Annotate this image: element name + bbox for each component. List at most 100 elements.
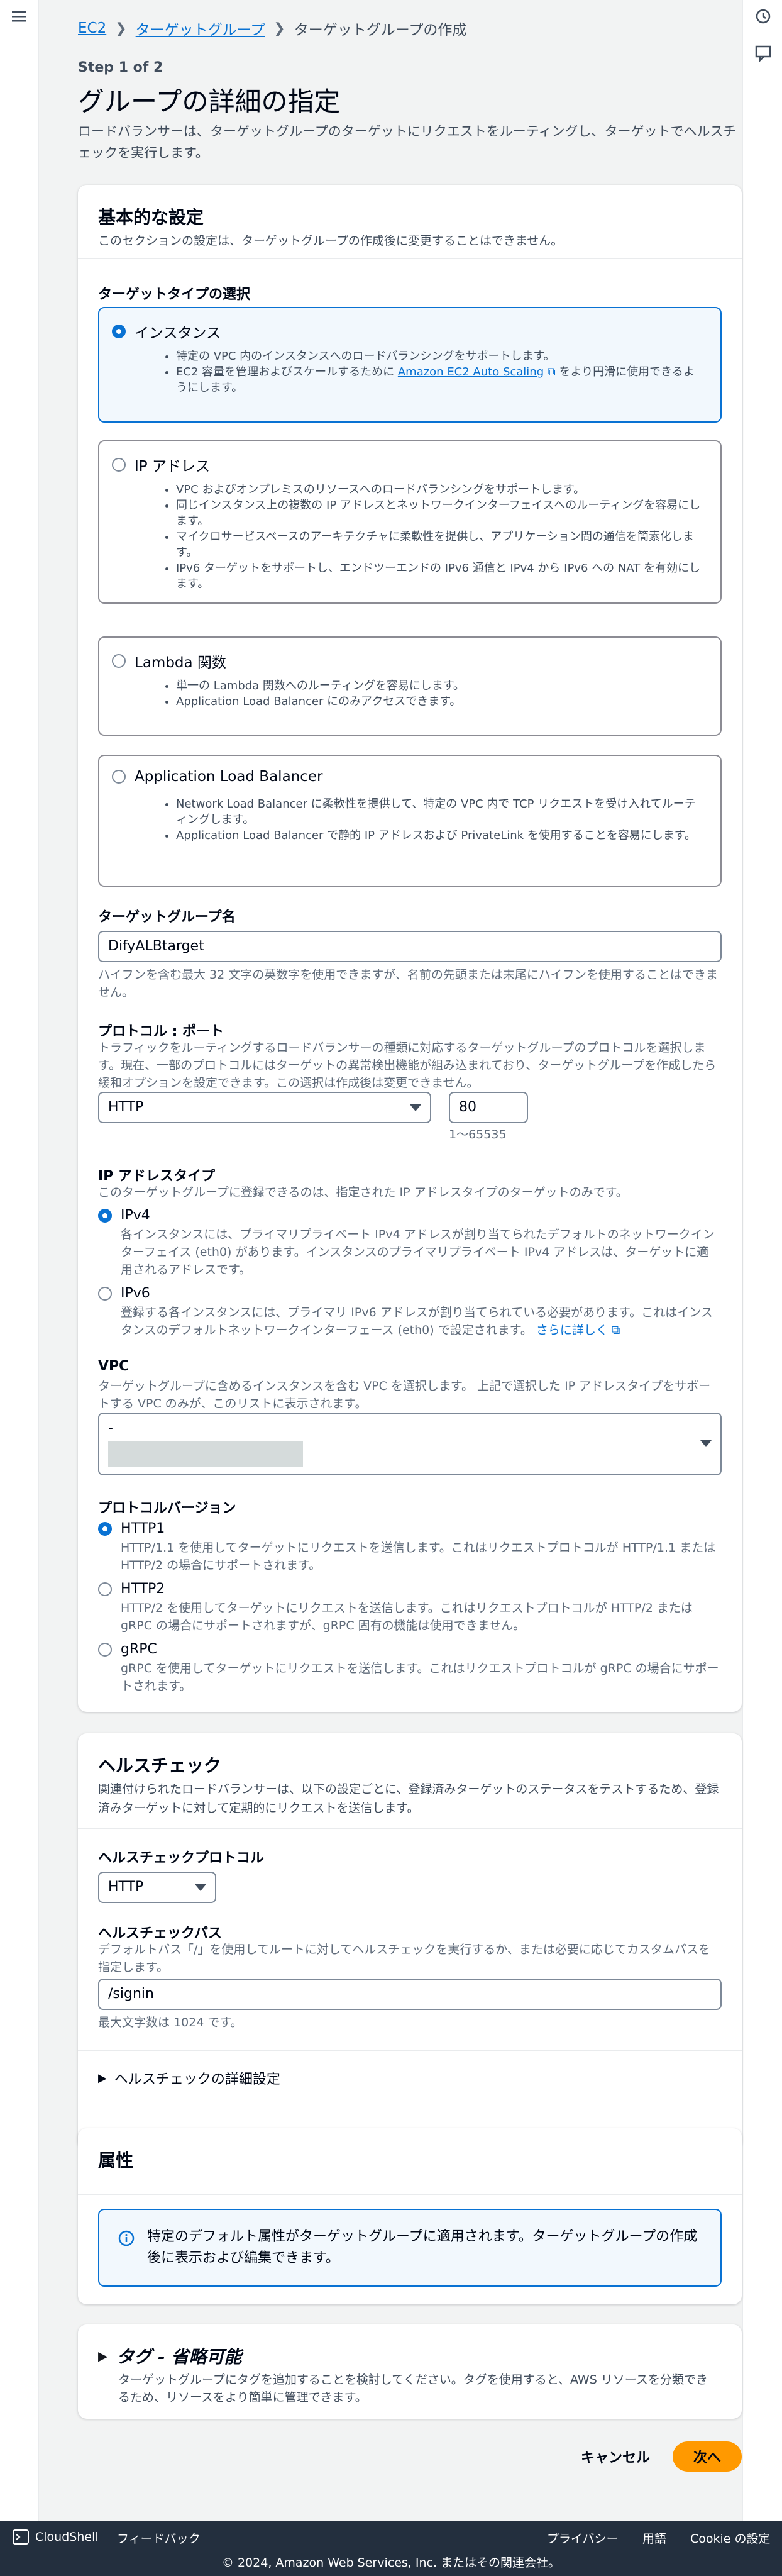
protocol-port-label: プロトコル : ポート xyxy=(98,1024,224,1040)
divider xyxy=(78,2050,742,2051)
radio-unselected-icon[interactable] xyxy=(98,1582,112,1596)
version-option-http1[interactable]: HTTP1 HTTP/1.1 を使用してターゲットにリクエストを送信します。これ… xyxy=(98,1521,720,1574)
protocol-port-description: トラフィックをルーティングするロードバランサーの種類に対応するターゲットグループ… xyxy=(98,1041,717,1090)
radio-selected-icon[interactable] xyxy=(112,325,126,338)
tags-description: ターゲットグループにタグを追加することを検討してください。タグを使用すると、AW… xyxy=(118,2373,708,2404)
version-option-http2[interactable]: HTTP2 HTTP/2 を使用してターゲットにリクエストを送信します。これはリ… xyxy=(98,1581,720,1635)
protocol-select[interactable]: HTTP xyxy=(98,1092,431,1123)
info-icon xyxy=(118,2230,135,2246)
hc-path-input[interactable]: /signin xyxy=(98,1979,722,2010)
ip-type-label: IP アドレスタイプ xyxy=(98,1169,215,1184)
vpc-label: VPC xyxy=(98,1358,129,1374)
cloudshell-icon xyxy=(13,2529,29,2545)
tile-title: Lambda 関数 xyxy=(135,655,226,671)
external-link-icon: ⧉ xyxy=(611,1323,620,1337)
chevron-right-icon: ❯ xyxy=(115,20,127,36)
cancel-button[interactable]: キャンセル xyxy=(567,2441,664,2472)
option-title: gRPC xyxy=(121,1641,157,1657)
option-description: 各インスタンスには、プライマリプライベート IPv4 アドレスが割り当てられたデ… xyxy=(121,1228,715,1277)
tile-title: Application Load Balancer xyxy=(135,769,323,785)
vpc-description: ターゲットグループに含めるインスタンスを含む VPC を選択します。 上記で選択… xyxy=(98,1379,711,1411)
port-hint: 1〜65535 xyxy=(449,1128,507,1141)
radio-selected-icon[interactable] xyxy=(98,1208,112,1223)
divider xyxy=(78,1828,742,1829)
radio-unselected-icon[interactable] xyxy=(98,1642,112,1657)
vpc-value: - xyxy=(108,1420,113,1436)
option-description: HTTP/1.1 を使用してターゲットにリクエストを送信します。これはリクエスト… xyxy=(121,1541,716,1572)
footer: CloudShell フィードバック プライバシー 用語 Cookie の設定 … xyxy=(0,2521,782,2576)
feedback-link[interactable]: フィードバック xyxy=(117,2529,201,2546)
recent-activity-icon[interactable] xyxy=(754,8,772,25)
hc-advanced-toggle[interactable]: ▶ ヘルスチェックの詳細設定 xyxy=(98,2068,280,2088)
terms-link[interactable]: 用語 xyxy=(642,2529,666,2546)
cloudshell-button[interactable]: CloudShell xyxy=(13,2529,99,2545)
feedback-panel-icon[interactable] xyxy=(754,44,772,62)
copyright: © 2024, Amazon Web Services, Inc. またはその関… xyxy=(221,2556,561,2570)
tile-bullet: VPC およびオンプレミスのリソースへのロードバランシングをサポートします。 xyxy=(176,482,704,497)
target-type-instances-tile[interactable]: インスタンス 特定の VPC 内のインスタンスへのロードバランシングをサポートし… xyxy=(98,307,722,423)
tile-bullet: マイクロサービスベースのアーキテクチャに柔軟性を提供し、アプリケーション間の通信… xyxy=(176,529,704,560)
breadcrumb-target-groups[interactable]: ターゲットグループ xyxy=(136,18,265,39)
cloudshell-label: CloudShell xyxy=(35,2530,99,2544)
hc-path-hint: 最大文字数は 1024 です。 xyxy=(98,2016,243,2029)
auto-scaling-link[interactable]: Amazon EC2 Auto Scaling xyxy=(398,365,544,379)
target-type-ip-tile[interactable]: IP アドレス VPC およびオンプレミスのリソースへのロードバランシングをサポ… xyxy=(98,440,722,604)
attributes-info-alert: 特定のデフォルト属性がターゲットグループに適用されます。ターゲットグループの作成… xyxy=(98,2209,722,2287)
cookie-settings-link[interactable]: Cookie の設定 xyxy=(690,2529,771,2546)
hc-advanced-label: ヘルスチェックの詳細設定 xyxy=(114,2072,280,2087)
page-description: ロードバランサーは、ターゲットグループのターゲットにリクエストをルーティングし、… xyxy=(78,124,737,160)
target-type-label: ターゲットタイプの選択 xyxy=(98,287,251,303)
hc-protocol-select[interactable]: HTTP xyxy=(98,1872,216,1903)
ip-option-ipv6[interactable]: IPv6 登録する各インスタンスには、プライマリ IPv6 アドレスが割り当てら… xyxy=(98,1285,720,1339)
option-title: HTTP2 xyxy=(121,1581,165,1597)
chevron-right-icon: ❯ xyxy=(273,20,285,36)
caret-down-icon xyxy=(410,1104,421,1111)
radio-selected-icon[interactable] xyxy=(98,1521,112,1536)
panel-description: 関連付けられたロードバランサーは、以下の設定ごとに、登録済みターゲットのステータ… xyxy=(98,1782,719,1815)
version-option-grpc[interactable]: gRPC gRPC を使用してターゲットにリクエストを送信します。これはリクエス… xyxy=(98,1641,720,1695)
target-type-alb-tile[interactable]: Application Load Balancer Network Load B… xyxy=(98,755,722,887)
breadcrumb-ec2[interactable]: EC2 xyxy=(78,20,106,36)
panel-title: 基本的な設定 xyxy=(98,207,204,228)
radio-unselected-icon[interactable] xyxy=(112,654,126,668)
radio-unselected-icon[interactable] xyxy=(98,1286,112,1301)
page-title: グループの詳細の指定 xyxy=(78,86,341,117)
hc-path-label: ヘルスチェックパス xyxy=(98,1926,222,1941)
option-title: HTTP1 xyxy=(121,1521,165,1536)
radio-unselected-icon[interactable] xyxy=(112,770,126,784)
target-type-lambda-tile[interactable]: Lambda 関数 単一の Lambda 関数へのルーティングを容易にします。 … xyxy=(98,636,722,736)
right-rail xyxy=(742,0,782,2521)
redacted-vpc-block xyxy=(108,1441,303,1467)
tags-panel[interactable]: ▶ タグ - 省略可能 ターゲットグループにタグを追加することを検討してください… xyxy=(78,2324,742,2419)
radio-unselected-icon[interactable] xyxy=(112,458,126,472)
tile-title: インスタンス xyxy=(135,325,221,341)
menu-icon[interactable] xyxy=(10,8,28,25)
tile-bullet: EC2 容量を管理およびスケールするために Amazon EC2 Auto Sc… xyxy=(176,364,704,396)
left-rail xyxy=(0,0,39,2521)
breadcrumb: EC2 ❯ ターゲットグループ ❯ ターゲットグループの作成 xyxy=(78,18,466,39)
vpc-select[interactable]: - xyxy=(98,1413,722,1475)
privacy-link[interactable]: プライバシー xyxy=(547,2529,619,2546)
tg-name-input[interactable]: DifyALBtarget xyxy=(98,931,722,962)
panel-title: ヘルスチェック xyxy=(98,1755,222,1776)
caret-down-icon xyxy=(700,1440,712,1447)
learn-more-link[interactable]: さらに詳しく xyxy=(536,1323,608,1337)
protocol-value: HTTP xyxy=(108,1099,144,1115)
option-title: IPv4 xyxy=(121,1208,150,1223)
ip-option-ipv4[interactable]: IPv4 各インスタンスには、プライマリプライベート IPv4 アドレスが割り当… xyxy=(98,1208,720,1279)
tile-bullet: Network Load Balancer に柔軟性を提供して、特定の VPC … xyxy=(176,796,704,828)
panel-description: このセクションの設定は、ターゲットグループの作成後に変更することはできません。 xyxy=(98,234,563,248)
tags-title: タグ - 省略可能 xyxy=(116,2346,242,2367)
tile-bullet: Application Load Balancer で静的 IP アドレスおよび… xyxy=(176,828,704,843)
next-button[interactable]: 次へ xyxy=(673,2441,742,2472)
divider xyxy=(78,2194,742,2195)
caret-down-icon xyxy=(195,1884,206,1891)
hc-protocol-label: ヘルスチェックプロトコル xyxy=(98,1850,265,1866)
tile-bullet: Application Load Balancer にのみアクセスできます。 xyxy=(176,694,704,709)
port-input[interactable]: 80 xyxy=(449,1092,528,1123)
protocol-version-label: プロトコルバージョン xyxy=(98,1501,236,1516)
option-description: HTTP/2 を使用してターゲットにリクエストを送信します。これはリクエストプロ… xyxy=(121,1601,693,1633)
divider xyxy=(78,258,742,259)
breadcrumb-current: ターゲットグループの作成 xyxy=(294,22,467,38)
caret-right-icon: ▶ xyxy=(98,2071,107,2085)
